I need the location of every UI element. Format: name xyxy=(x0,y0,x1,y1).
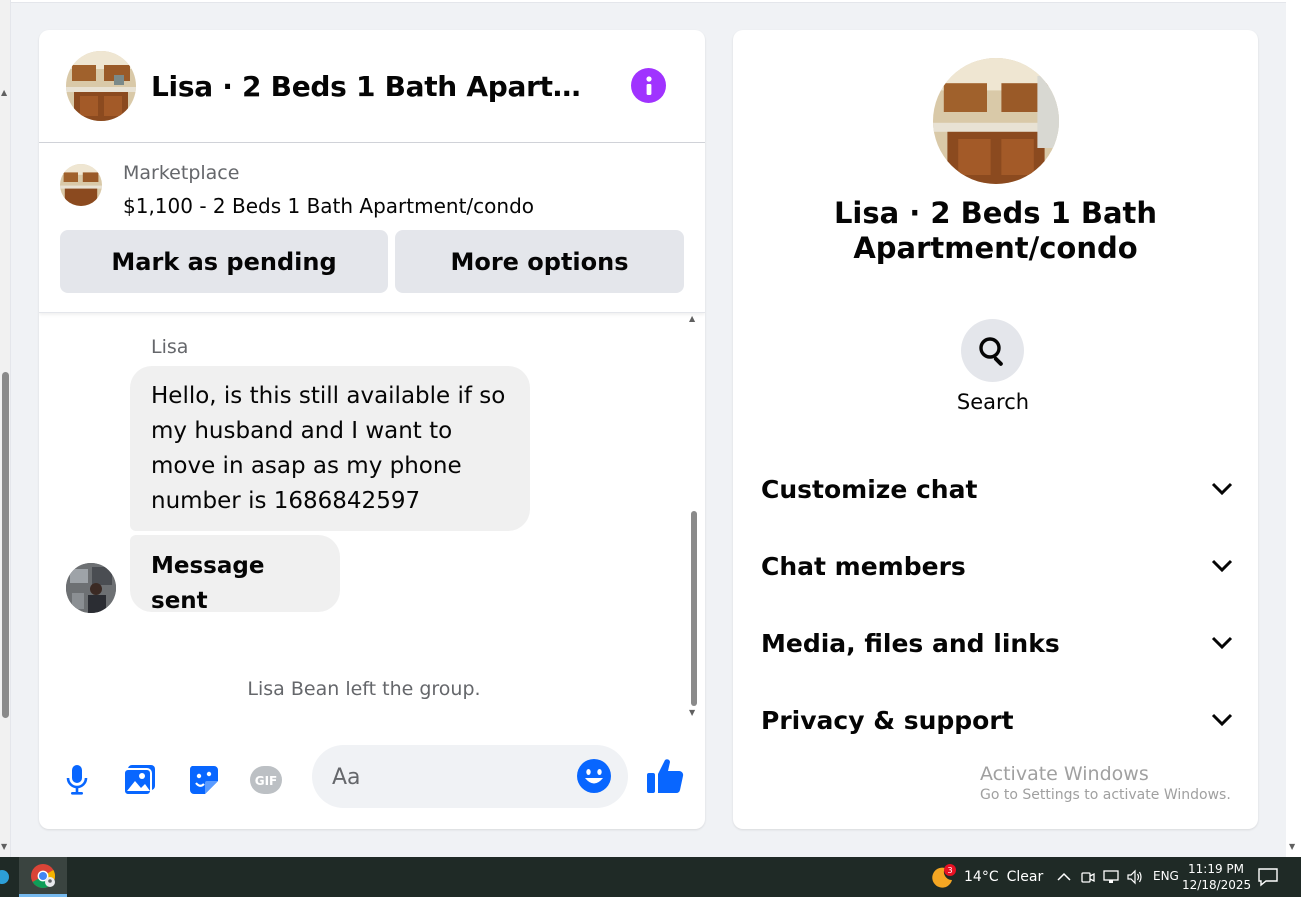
left-scrollbar-thumb[interactable] xyxy=(2,372,9,718)
info-button[interactable] xyxy=(631,68,666,103)
section-label: Customize chat xyxy=(761,474,978,504)
watermark-title: Activate Windows xyxy=(980,763,1149,785)
conversation-info-panel: Lisa · 2 Beds 1 Bath Apartment/condo Sea… xyxy=(733,30,1258,829)
chevron-down-icon xyxy=(1211,713,1233,727)
media-files-links-section[interactable]: Media, files and links xyxy=(761,618,1233,668)
scroll-down-arrow-icon[interactable]: ▼ xyxy=(1289,842,1295,851)
chevron-down-icon xyxy=(1211,636,1233,650)
chevron-down-icon xyxy=(1211,482,1233,496)
weather-widget[interactable]: 3 14°C Clear xyxy=(930,864,1044,889)
left-scrollbar[interactable]: ▲ ▼ xyxy=(0,0,11,857)
listing-title[interactable]: $1,100 - 2 Beds 1 Bath Apartment/condo xyxy=(123,194,534,218)
privacy-support-section[interactable]: Privacy & support xyxy=(761,695,1233,745)
chat-panel: Lisa · 2 Beds 1 Bath Apartment/condo Mar… xyxy=(39,30,705,829)
conversation-title: Lisa · 2 Beds 1 Bath Apartment/condo xyxy=(833,196,1158,265)
page-top-edge xyxy=(11,0,1286,3)
search-label: Search xyxy=(956,390,1030,414)
weather-badge: 3 xyxy=(944,864,956,876)
section-label: Media, files and links xyxy=(761,628,1060,658)
svg-text:GIF: GIF xyxy=(255,774,278,788)
right-scrollbar[interactable]: ▼ xyxy=(1286,0,1301,857)
more-options-button[interactable]: More options xyxy=(395,230,684,293)
gif-icon[interactable]: GIF xyxy=(248,762,284,798)
message-scrollbar[interactable]: ▲ ▼ xyxy=(688,314,702,724)
marketplace-listing: Marketplace $1,100 - 2 Beds 1 Bath Apart… xyxy=(39,143,705,313)
message-thread: Lisa Hello, is this still available if s… xyxy=(39,314,705,734)
weather-temp: 14°C xyxy=(964,869,999,885)
message-bubble[interactable]: Hello, is this still available if so my … xyxy=(130,366,530,531)
activate-windows-watermark: Activate Windows Go to Settings to activ… xyxy=(980,763,1231,803)
scroll-up-arrow-icon[interactable]: ▲ xyxy=(1,88,7,97)
windows-taskbar: 3 14°C Clear ENG 11:19 PM 12/18/2025 xyxy=(0,857,1301,897)
scroll-down-arrow-icon[interactable]: ▼ xyxy=(689,708,695,717)
listing-thumbnail[interactable] xyxy=(60,164,102,206)
marketplace-label: Marketplace xyxy=(123,162,240,184)
clock-time: 11:19 PM xyxy=(1188,862,1244,876)
chat-members-section[interactable]: Chat members xyxy=(761,541,1233,591)
scroll-down-arrow-icon[interactable]: ▼ xyxy=(1,842,7,851)
sticker-icon[interactable] xyxy=(186,762,222,798)
message-bubble[interactable]: Message sent xyxy=(130,535,340,614)
info-icon xyxy=(645,75,652,95)
sender-name: Lisa xyxy=(151,336,189,358)
system-notice: Lisa Bean left the group. xyxy=(247,678,481,700)
weather-condition: Clear xyxy=(1006,869,1044,885)
customize-chat-section[interactable]: Customize chat xyxy=(761,464,1233,514)
search-button[interactable] xyxy=(961,319,1024,382)
chat-header: Lisa · 2 Beds 1 Bath Apartment/condo xyxy=(39,30,705,143)
chrome-taskbar-button[interactable] xyxy=(19,857,67,897)
emoji-icon[interactable] xyxy=(576,758,612,794)
listing-avatar-large[interactable] xyxy=(933,58,1059,184)
notification-center-icon[interactable] xyxy=(1257,867,1279,887)
thumbs-up-icon[interactable] xyxy=(645,756,687,798)
app-edge-icon[interactable] xyxy=(0,867,10,887)
section-label: Chat members xyxy=(761,551,966,581)
message-input-box[interactable] xyxy=(312,745,628,808)
watermark-subtitle: Go to Settings to activate Windows. xyxy=(980,787,1231,803)
scroll-up-arrow-icon[interactable]: ▲ xyxy=(689,314,695,323)
chat-title: Lisa · 2 Beds 1 Bath Apartment/condo xyxy=(151,70,601,103)
message-input[interactable] xyxy=(332,759,562,795)
section-label: Privacy & support xyxy=(761,705,1014,735)
sender-avatar[interactable] xyxy=(66,563,116,613)
input-language[interactable]: ENG xyxy=(1153,869,1179,883)
image-icon[interactable] xyxy=(122,762,158,798)
search-icon xyxy=(978,336,1003,366)
message-scrollbar-thumb[interactable] xyxy=(691,511,697,706)
system-clock[interactable]: 11:19 PM 12/18/2025 xyxy=(1182,861,1252,893)
chevron-down-icon xyxy=(1211,559,1233,573)
message-composer: GIF xyxy=(39,734,705,829)
clock-date: 12/18/2025 xyxy=(1182,878,1252,892)
microphone-icon[interactable] xyxy=(59,762,95,798)
network-icon[interactable] xyxy=(1101,867,1121,887)
mark-as-pending-button[interactable]: Mark as pending xyxy=(60,230,388,293)
meet-now-icon[interactable] xyxy=(1078,867,1098,887)
listing-avatar[interactable] xyxy=(66,51,136,121)
chrome-icon xyxy=(31,863,56,888)
chevron-up-icon[interactable] xyxy=(1054,867,1074,887)
volume-icon[interactable] xyxy=(1125,867,1145,887)
